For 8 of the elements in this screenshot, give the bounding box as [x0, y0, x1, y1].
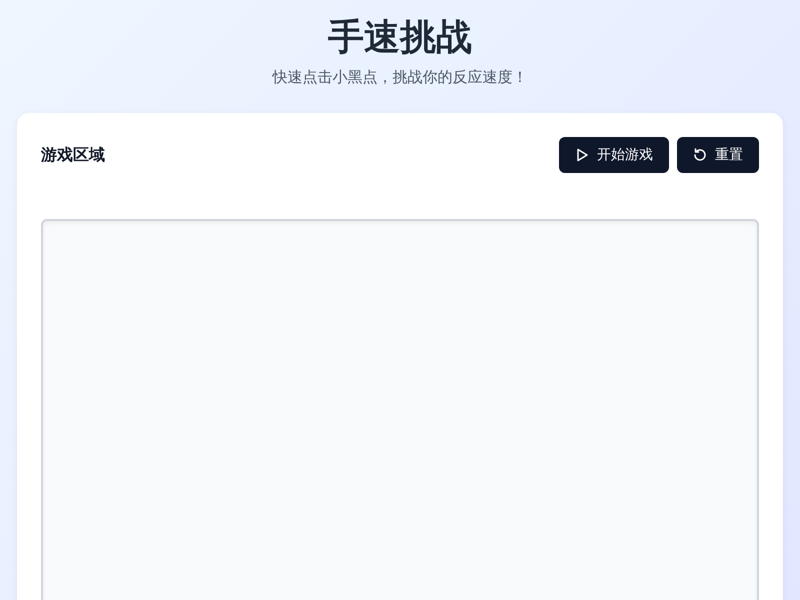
page-title: 手速挑战 — [328, 16, 472, 60]
reset-button[interactable]: 重置 — [677, 137, 759, 173]
play-icon — [575, 148, 589, 162]
page-subtitle: 快速点击小黑点，挑战你的反应速度！ — [272, 67, 528, 88]
card-title: 游戏区域 — [41, 144, 105, 166]
reset-icon — [693, 148, 707, 162]
game-area[interactable] — [41, 219, 759, 600]
start-button[interactable]: 开始游戏 — [559, 137, 669, 173]
